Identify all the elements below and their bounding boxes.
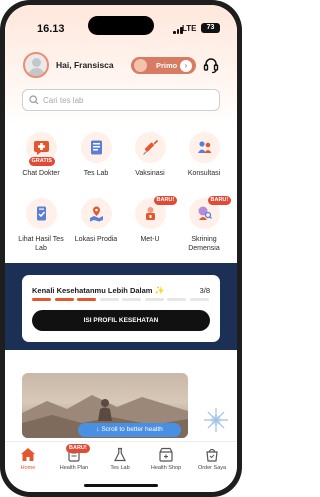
menu-label: Skrining Demensia [188,236,220,252]
progress-segment [189,298,209,301]
menu-met-u[interactable]: BARU! Met-U [121,196,179,244]
health-profile-title: Kenali Kesehatanmu Lebih Dalam ✨ [32,286,165,295]
menu-label: Met-U [140,236,160,243]
chat-doctor-icon: GRATIS [25,132,57,166]
progress-segment [167,298,186,301]
menu-chat-dokter[interactable]: GRATIS Chat Dokter [12,132,70,178]
lab-result-icon [25,198,57,229]
promo-peek-image [199,400,233,440]
menu-vaksinasi[interactable]: Vaksinasi [121,132,179,178]
menu-label: Lihat Hasil Tes Lab [18,236,64,252]
lab-test-icon [80,132,112,163]
nav-health-shop[interactable]: Health Shop [143,447,189,471]
dementia-screening-icon: BARU! [188,196,232,229]
order-bag-icon [206,448,218,462]
greeting-text: Hai, Fransisca [56,60,114,70]
progress-segment [32,298,51,301]
primo-label: Primo [156,60,178,70]
app-screen: 16.13 LTE 73 Hai, Fransisca Primo › Cari… [5,5,237,492]
progress-segment [99,298,119,301]
search-icon [29,95,39,105]
home-indicator [84,484,158,487]
home-icon [21,448,35,461]
menu-label: Lokasi Prodia [74,236,118,243]
status-bar: 16.13 LTE 73 [5,5,237,45]
menu-label: Tes Lab [83,170,109,177]
nav-tes-lab[interactable]: Tes Lab [97,447,143,471]
new-badge: BARU! [66,444,90,453]
health-profile-progress-text: 3/8 [199,286,210,295]
headset-icon[interactable] [203,57,219,74]
progress-segment [144,298,164,301]
progress-segment [77,298,96,301]
arrow-down-icon: ↓ [96,426,100,433]
menu-lihat-hasil[interactable]: Lihat Hasil Tes Lab [12,198,70,253]
primo-avatar-icon [134,59,147,72]
met-u-icon: BARU! [134,196,178,229]
menu-label: Konsultasi [187,170,221,177]
shop-icon [159,447,173,462]
nav-home[interactable]: Home [5,447,51,471]
location-icon [80,198,112,229]
progress-segment [54,298,74,301]
phone-frame: 16.13 LTE 73 Hai, Fransisca Primo › Cari… [0,0,242,497]
health-profile-card: Kenali Kesehatanmu Lebih Dalam ✨ 3/8 ISI … [22,275,220,342]
nav-health-plan[interactable]: BARU! Health Plan [51,444,97,471]
network-label: LTE [182,24,197,33]
menu-skrining-demensia[interactable]: BARU! Skrining Demensia [175,196,233,253]
consultation-icon [188,132,220,163]
health-profile-progress-bar [32,298,210,301]
new-badge: BARU! [153,196,178,205]
free-badge: GRATIS [28,157,55,166]
status-time: 16.13 [37,23,65,35]
progress-segment [122,298,141,301]
vaccine-icon [134,132,166,163]
dynamic-island [88,16,154,35]
scroll-hint-toast[interactable]: ↓ Scroll to better health [78,423,181,437]
primo-membership-button[interactable]: Primo › [131,57,196,74]
battery-icon: 73 [201,23,220,33]
new-badge: BARU! [207,196,232,205]
sparkle-icon: ✨ [154,286,165,295]
chevron-right-icon: › [180,59,192,72]
fill-health-profile-button[interactable]: ISI PROFIL KESEHATAN [32,310,210,331]
search-input[interactable] [43,93,213,107]
menu-tes-lab[interactable]: Tes Lab [67,132,125,178]
avatar[interactable] [23,52,49,78]
nav-order-saya[interactable]: Order Saya [189,447,235,471]
menu-label: Chat Dokter [22,170,60,177]
menu-lokasi-prodia[interactable]: Lokasi Prodia [67,198,125,244]
search-bar[interactable] [22,89,220,111]
menu-konsultasi[interactable]: Konsultasi [175,132,233,178]
menu-label: Vaksinasi [135,170,165,177]
flask-icon [114,447,126,462]
